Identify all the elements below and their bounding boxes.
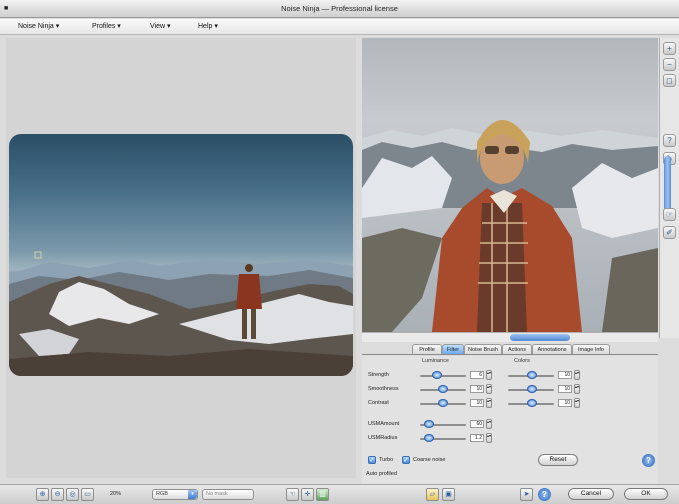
menu-view[interactable]: View ▾ [150, 22, 171, 30]
ok-button[interactable]: OK [624, 488, 668, 500]
scroll-thumb[interactable] [510, 334, 570, 341]
strength-color-value[interactable]: 10 [558, 371, 572, 379]
histogram-icon[interactable]: ▥ [316, 488, 329, 501]
menu-profiles[interactable]: Profiles ▾ [92, 22, 121, 30]
strength-lum-track[interactable] [420, 375, 466, 377]
luminance-header: Luminance [422, 358, 449, 364]
strength-color-stepper[interactable]: ▴▾ [574, 370, 580, 380]
full-image-pane [6, 38, 356, 478]
coarse-noise-checkbox[interactable]: ✓ [402, 456, 410, 464]
noise-ninja-window: ■ Noise Ninja — Professional license Noi… [0, 0, 679, 504]
usm-radius-stepper[interactable]: ▴▾ [486, 433, 492, 443]
tab-image-info[interactable]: Image Info [572, 344, 610, 354]
preview-zoomed-scene [362, 120, 658, 332]
compare-icon[interactable]: ? [663, 134, 676, 147]
full-photo[interactable] [9, 134, 353, 376]
mask-value: No mask [206, 491, 228, 497]
window-menu-dot: ■ [4, 5, 9, 12]
usm-amount-stepper[interactable]: ▴▾ [486, 419, 492, 429]
bottom-toolbar: ⊕ ⊖ ◎ ▭ 20% RGB ▾ No mask ☜ ✛ ▥ ▱ ▣ ➤ ? … [0, 484, 679, 504]
panel-tabs: Profile Filter Noise Brush Actions Annot… [362, 343, 658, 355]
smoothness-label: Smoothness [368, 386, 399, 392]
zoom-fit-icon[interactable]: ◻ [663, 74, 676, 87]
strength-lum-stepper[interactable]: ▴▾ [486, 370, 492, 380]
smoothness-lum-stepper[interactable]: ▴▾ [486, 384, 492, 394]
menu-help[interactable]: Help ▾ [198, 22, 218, 30]
tab-noise-brush[interactable]: Noise Brush [464, 344, 502, 354]
pointer-help-icon[interactable]: ➤ [520, 488, 533, 501]
strength-lum-value[interactable]: 6 [470, 371, 484, 379]
contrast-color-knob[interactable] [527, 399, 537, 407]
smoothness-lum-knob[interactable] [438, 385, 448, 393]
mountain-scene [9, 251, 353, 376]
cancel-button[interactable]: Cancel [568, 488, 614, 500]
help-icon[interactable]: ? [642, 454, 655, 467]
title-bar: ■ Noise Ninja — Professional license [0, 0, 679, 18]
usm-amount-value[interactable]: 60 [470, 420, 484, 428]
usm-radius-value[interactable]: 1.2 [470, 434, 484, 442]
colors-header: Colors [514, 358, 530, 364]
contrast-lum-stepper[interactable]: ▴▾ [486, 398, 492, 408]
open-folder-icon[interactable]: ▱ [426, 488, 439, 501]
channel-select[interactable]: RGB ▾ [152, 489, 198, 500]
usm-radius-label: USMRadius [368, 435, 398, 441]
tab-filter[interactable]: Filter [442, 344, 464, 354]
tab-profile[interactable]: Profile [412, 344, 442, 354]
save-icon[interactable]: ▣ [442, 488, 455, 501]
contrast-color-stepper[interactable]: ▴▾ [574, 398, 580, 408]
hand-tool-icon[interactable]: ☜ [286, 488, 299, 501]
menu-bar: Noise Ninja ▾ Profiles ▾ View ▾ Help ▾ [0, 19, 679, 35]
status-text: Auto profiled [366, 471, 397, 477]
menu-noise-ninja[interactable]: Noise Ninja ▾ [18, 22, 59, 30]
usm-radius-knob[interactable] [424, 434, 434, 442]
filter-panel: Luminance Colors Strength 6 ▴▾ 10 ▴▾ Smo… [362, 356, 658, 484]
question-icon[interactable]: ? [538, 488, 551, 501]
turbo-label: Turbo [379, 457, 394, 463]
tab-annotations[interactable]: Annotations [532, 344, 572, 354]
contrast-lum-knob[interactable] [438, 399, 448, 407]
turbo-checkbox[interactable]: ✓ [368, 456, 376, 464]
preview-pane[interactable] [362, 38, 658, 332]
smoothness-color-value[interactable]: 10 [558, 385, 572, 393]
zoom-in-icon[interactable]: + [663, 42, 676, 55]
smoothness-lum-value[interactable]: 10 [470, 385, 484, 393]
preview-tool-strip: + − ◻ ? ✎ ☞ ✐ [659, 38, 679, 338]
coarse-noise-label: Coarse noise [413, 457, 446, 463]
chevron-down-icon: ▾ [188, 490, 197, 499]
smoothness-color-stepper[interactable]: ▴▾ [574, 384, 580, 394]
tab-actions[interactable]: Actions [502, 344, 532, 354]
mask-select[interactable]: No mask [202, 489, 254, 500]
zoom-in-button-icon[interactable]: ⊕ [36, 488, 49, 501]
zoom-level: 20% [110, 491, 122, 497]
contrast-color-value[interactable]: 10 [558, 399, 572, 407]
fit-window-icon[interactable]: ▭ [81, 488, 94, 501]
strength-color-knob[interactable] [527, 371, 537, 379]
contrast-lum-value[interactable]: 10 [470, 399, 484, 407]
smoothness-color-knob[interactable] [527, 385, 537, 393]
window-title: Noise Ninja — Professional license [281, 4, 398, 13]
preview-horizontal-scrollbar[interactable] [362, 332, 658, 342]
reset-button[interactable]: Reset [538, 454, 578, 466]
contrast-label: Contrast [368, 400, 389, 406]
move-tool-icon[interactable]: ✛ [301, 488, 314, 501]
zoom-100-icon[interactable]: ◎ [66, 488, 79, 501]
channel-value: RGB [156, 491, 168, 497]
strength-label: Strength [368, 372, 389, 378]
zoom-out-button-icon[interactable]: ⊖ [51, 488, 64, 501]
strength-lum-knob[interactable] [432, 371, 442, 379]
pencil-icon[interactable]: ✐ [663, 226, 676, 239]
usm-amount-label: USMAmount [368, 421, 400, 427]
usm-amount-knob[interactable] [424, 420, 434, 428]
zoom-out-icon[interactable]: − [663, 58, 676, 71]
hand-icon[interactable]: ☞ [663, 208, 676, 221]
